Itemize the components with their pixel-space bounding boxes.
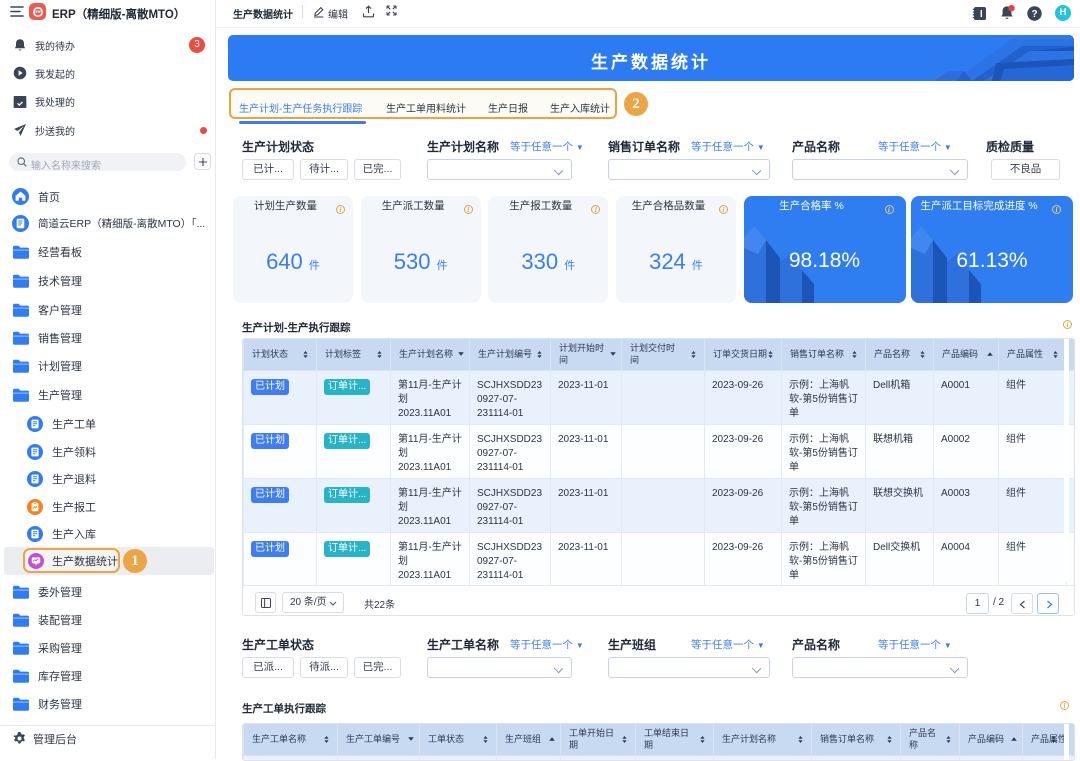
svg-text:?: ?	[1031, 9, 1037, 20]
